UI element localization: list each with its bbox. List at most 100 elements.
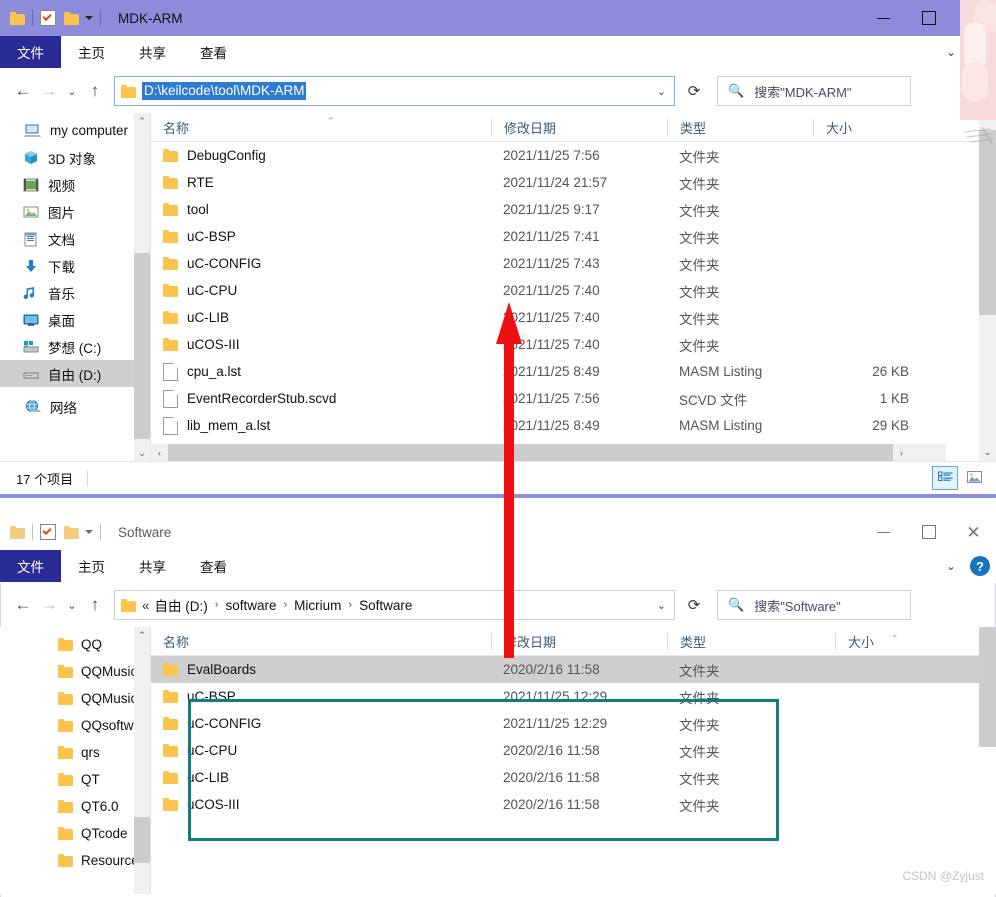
tab-file[interactable]: 文件 (0, 550, 61, 582)
table-row[interactable]: uC-CONFIG 2021/11/25 7:43 文件夹 (151, 250, 996, 277)
scroll-right-icon[interactable]: › (893, 448, 910, 458)
help-icon[interactable]: ? (970, 42, 990, 62)
nav-item-qrs[interactable]: qrs (0, 739, 150, 766)
tab-home[interactable]: 主页 (61, 550, 122, 582)
expand-ribbon-chevron-icon[interactable]: ⌄ (938, 559, 964, 573)
breadcrumb-item-drive[interactable]: 自由 (D:) (155, 595, 208, 615)
scroll-down-icon[interactable]: ⌄ (979, 444, 996, 461)
nav-item-music[interactable]: 音乐 (0, 279, 150, 306)
scroll-left-icon[interactable]: ‹ (151, 448, 168, 458)
quick-access-toolbar[interactable] (0, 524, 108, 540)
column-type[interactable]: 类型 (667, 632, 835, 650)
nav-item-my-computer[interactable]: my computer (0, 117, 150, 144)
table-row[interactable]: EvalBoards 2020/2/16 11:58 文件夹 (151, 656, 996, 683)
scroll-down-icon[interactable]: ⌄ (134, 445, 150, 461)
table-row[interactable]: cpu_a.lst 2021/11/25 8:49 MASM Listing 26 K… (151, 358, 996, 385)
new-folder-icon[interactable] (64, 11, 79, 25)
help-icon[interactable]: ? (970, 556, 990, 576)
breadcrumb-item-micrium[interactable]: Micrium (294, 598, 341, 613)
window1-rows[interactable]: DebugConfig 2021/11/25 7:56 文件夹 RTE 2021/11/… (151, 142, 996, 439)
breadcrumb-overflow[interactable]: « (142, 598, 150, 613)
tab-view[interactable]: 查看 (183, 36, 244, 68)
column-date[interactable]: 修改日期 (491, 632, 667, 650)
nav-item-qqmusic[interactable]: QQMusic (0, 658, 150, 685)
window2-vertical-scrollbar[interactable] (979, 627, 996, 894)
window2-titlebar[interactable]: Software ✕ (0, 514, 996, 550)
column-size[interactable]: 大小 (813, 118, 923, 136)
window1-address-bar[interactable]: ← → ⌄ ↑ D:\keilcode\tool\MDK-ARM ⌄ ⟳ 🔍 搜… (0, 69, 996, 113)
chevron-down-icon[interactable] (85, 530, 93, 534)
window1-controls[interactable]: ✕ (861, 0, 996, 36)
window1-file-list[interactable]: 名称 修改日期 类型 大小 ⌃ DebugConfig 2021/11/25 7:… (151, 113, 996, 461)
recent-locations-chevron-icon[interactable]: ⌄ (62, 592, 82, 618)
scroll-thumb[interactable] (134, 817, 150, 863)
recent-locations-chevron-icon[interactable]: ⌄ (62, 78, 82, 104)
tab-view[interactable]: 查看 (183, 550, 244, 582)
chevron-right-icon[interactable]: › (215, 599, 219, 611)
address-breadcrumb[interactable]: « 自由 (D:) › software › Micrium › Softwar… (114, 590, 675, 620)
quick-access-toolbar[interactable] (0, 10, 108, 26)
scroll-up-icon[interactable]: ⌃ (134, 113, 150, 129)
up-button[interactable]: ↑ (82, 592, 108, 618)
window2-column-headers[interactable]: 名称 修改日期 类型 大小 ⌄ (151, 627, 996, 656)
nav-item-qqmusicc[interactable]: QQMusicC (0, 685, 150, 712)
nav-item-qt[interactable]: QT (0, 766, 150, 793)
window2-address-bar[interactable]: ← → ⌄ ↑ « 自由 (D:) › software › Micrium ›… (0, 583, 996, 627)
view-switch-buttons[interactable] (932, 466, 986, 490)
window2-rows[interactable]: EvalBoards 2020/2/16 11:58 文件夹 uC-BSP 2021/1… (151, 656, 996, 818)
nav-item-network[interactable]: 网络 (0, 393, 150, 420)
tab-share[interactable]: 共享 (122, 550, 183, 582)
window2-controls[interactable]: ✕ (861, 514, 996, 550)
window1-titlebar[interactable]: MDK-ARM ✕ (0, 0, 996, 36)
search-input[interactable]: 🔍 搜索"Software" (717, 590, 911, 620)
properties-checkbox-icon[interactable] (40, 524, 56, 540)
table-row[interactable]: uC-BSP 2021/11/25 7:41 文件夹 (151, 223, 996, 250)
refresh-button[interactable]: ⟳ (679, 591, 709, 619)
table-row[interactable]: uC-CPU 2021/11/25 7:40 文件夹 (151, 277, 996, 304)
chevron-right-icon[interactable]: › (348, 599, 352, 611)
column-size[interactable]: 大小 (835, 632, 945, 650)
tab-home[interactable]: 主页 (61, 36, 122, 68)
window1-navigation-pane[interactable]: my computer 3D 对象 视频 图片 文档 下载 音乐 桌面 梦想 (… (0, 113, 150, 461)
explorer-window-mdk-arm[interactable]: MDK-ARM ✕ 文件 主页 共享 查看 ⌄ ? ← → ⌄ ↑ D:\kei… (0, 0, 996, 510)
nav-pane-scrollbar[interactable]: ⌃ ⌄ (134, 113, 150, 461)
nav-list[interactable]: QQ QQMusic QQMusicC QQsoftwa qrs QT QT6.0 QTcod… (0, 627, 150, 874)
table-row[interactable]: uC-BSP 2021/11/25 12:29 文件夹 (151, 683, 996, 710)
table-row[interactable]: tool 2021/11/25 9:17 文件夹 (151, 196, 996, 223)
explorer-window-software[interactable]: Software ✕ 文件 主页 共享 查看 ⌄ ? ← → ⌄ ↑ « 自由 … (0, 514, 996, 897)
table-row[interactable]: uCOS-III 2020/2/16 11:58 文件夹 (151, 791, 996, 818)
table-row[interactable]: uCOS-III 2021/11/25 7:40 文件夹 (151, 331, 996, 358)
address-dropdown-chevron-icon[interactable]: ⌄ (657, 85, 666, 98)
properties-checkbox-icon[interactable] (40, 10, 56, 26)
maximize-button[interactable] (906, 514, 951, 550)
column-name[interactable]: 名称 (151, 633, 491, 650)
minimize-button[interactable] (861, 514, 906, 550)
window1-vertical-scrollbar[interactable]: ⌃ ⌄ (979, 113, 996, 461)
nav-item-videos[interactable]: 视频 (0, 171, 150, 198)
new-folder-icon[interactable] (64, 525, 79, 539)
nav-item-desktop[interactable]: 桌面 (0, 306, 150, 333)
window2-ribbon[interactable]: 文件 主页 共享 查看 ⌄ ? (0, 550, 996, 583)
table-row[interactable]: EventRecorderStub.scvd 2021/11/25 7:56 SCV… (151, 385, 996, 412)
nav-pane-scrollbar[interactable]: ⌃ (134, 627, 150, 894)
table-row[interactable]: uC-LIB 2020/2/16 11:58 文件夹 (151, 764, 996, 791)
nav-item-qqsoftwa[interactable]: QQsoftwa (0, 712, 150, 739)
scroll-thumb[interactable] (979, 130, 996, 315)
details-view-icon[interactable] (932, 466, 958, 490)
maximize-button[interactable] (906, 0, 951, 36)
minimize-button[interactable] (861, 0, 906, 36)
nav-item-drive-d[interactable]: 自由 (D:) (0, 360, 150, 387)
table-row[interactable]: uC-LIB 2021/11/25 7:40 文件夹 (151, 304, 996, 331)
back-button[interactable]: ← (10, 78, 36, 104)
nav-item-qt6-0[interactable]: QT6.0 (0, 793, 150, 820)
tab-share[interactable]: 共享 (122, 36, 183, 68)
nav-item-3d-objects[interactable]: 3D 对象 (0, 144, 150, 171)
column-type[interactable]: 类型 (667, 118, 813, 136)
scroll-up-icon[interactable]: ⌃ (134, 627, 150, 643)
breadcrumb-item-software[interactable]: software (225, 598, 276, 613)
table-row[interactable]: lib_mem_a.lst 2021/11/25 8:49 MASM Listing… (151, 412, 996, 439)
table-row[interactable]: uC-CONFIG 2021/11/25 12:29 文件夹 (151, 710, 996, 737)
close-button[interactable]: ✕ (951, 0, 996, 36)
back-button[interactable]: ← (10, 592, 36, 618)
nav-item-pictures[interactable]: 图片 (0, 198, 150, 225)
